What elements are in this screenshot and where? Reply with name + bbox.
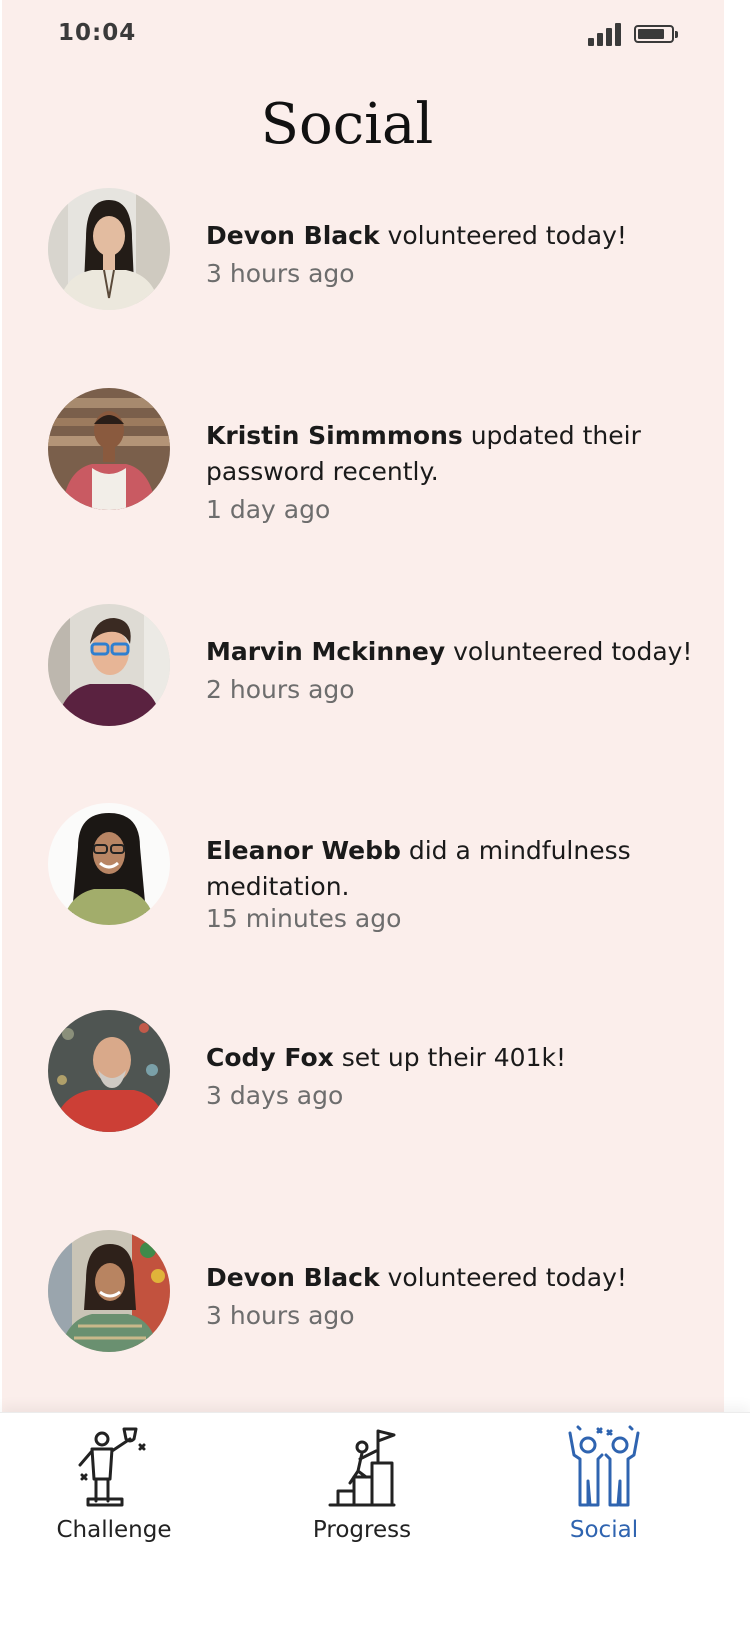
- feed-text: Eleanor Webb did a mindfulness meditatio…: [206, 833, 716, 937]
- social-screen: 10:04 Social Devon Black volunteered tod…: [2, 0, 724, 1540]
- screen: 10:04 Social Devon Black volunteered tod…: [0, 0, 750, 1625]
- feed-item[interactable]: Eleanor Webb did a mindfulness meditatio…: [48, 803, 728, 933]
- signal-icon: [588, 22, 622, 46]
- feed-timestamp: 3 days ago: [206, 1081, 344, 1110]
- tab-label: Progress: [312, 1517, 412, 1543]
- feed-timestamp: 15 minutes ago: [206, 904, 402, 933]
- feed-action: volunteered today!: [379, 1263, 627, 1292]
- feed-text: Marvin Mckinney volunteered today! 2 hou…: [206, 634, 716, 708]
- page-title: Social: [260, 92, 434, 157]
- feed-action: set up their 401k!: [333, 1043, 566, 1072]
- tab-challenge[interactable]: Challenge: [34, 1425, 194, 1543]
- tab-label: Social: [569, 1517, 639, 1543]
- feed-item[interactable]: Cody Fox set up their 401k! 3 days ago: [48, 1010, 728, 1132]
- feed-text: Devon Black volunteered today! 3 hours a…: [206, 218, 716, 292]
- avatar[interactable]: [48, 1010, 170, 1132]
- avatar[interactable]: [48, 188, 170, 310]
- feed-text: Kristin Simmmons updated their password …: [206, 418, 716, 528]
- avatar[interactable]: [48, 604, 170, 726]
- feed-user-name[interactable]: Marvin Mckinney: [206, 637, 445, 666]
- climbing-stairs-flag-icon: [328, 1429, 396, 1507]
- feed-user-name[interactable]: Cody Fox: [206, 1043, 334, 1072]
- feed-timestamp: 3 hours ago: [206, 259, 355, 288]
- feed-timestamp: 1 day ago: [206, 495, 331, 524]
- feed-item[interactable]: Devon Black volunteered today! 3 hours a…: [48, 188, 728, 310]
- tab-social[interactable]: Social: [524, 1425, 684, 1543]
- status-time: 10:04: [58, 20, 137, 46]
- feed-action: volunteered today!: [379, 221, 627, 250]
- feed-item[interactable]: Kristin Simmmons updated their password …: [48, 388, 728, 524]
- feed-text: Cody Fox set up their 401k! 3 days ago: [206, 1040, 716, 1114]
- tab-label: Challenge: [56, 1517, 172, 1543]
- feed-text: Devon Black volunteered today! 3 hours a…: [206, 1260, 716, 1334]
- avatar[interactable]: [48, 388, 170, 510]
- avatar[interactable]: [48, 1230, 170, 1352]
- tab-progress[interactable]: Progress: [282, 1425, 442, 1543]
- feed-user-name[interactable]: Devon Black: [206, 221, 380, 250]
- feed-user-name[interactable]: Devon Black: [206, 1263, 380, 1292]
- trophy-person-icon: [78, 1427, 146, 1507]
- two-people-cheering-icon: [568, 1425, 640, 1507]
- avatar[interactable]: [48, 803, 170, 925]
- feed-user-name[interactable]: Kristin Simmmons: [206, 421, 463, 450]
- battery-icon: [634, 25, 678, 43]
- feed-timestamp: 2 hours ago: [206, 675, 355, 704]
- feed-timestamp: 3 hours ago: [206, 1301, 355, 1330]
- feed-action: volunteered today!: [445, 637, 693, 666]
- feed-item[interactable]: Marvin Mckinney volunteered today! 2 hou…: [48, 604, 728, 726]
- tab-bar: Challenge Progress Social: [0, 1412, 750, 1625]
- feed-user-name[interactable]: Eleanor Webb: [206, 836, 401, 865]
- feed-item[interactable]: Devon Black volunteered today! 3 hours a…: [48, 1230, 728, 1352]
